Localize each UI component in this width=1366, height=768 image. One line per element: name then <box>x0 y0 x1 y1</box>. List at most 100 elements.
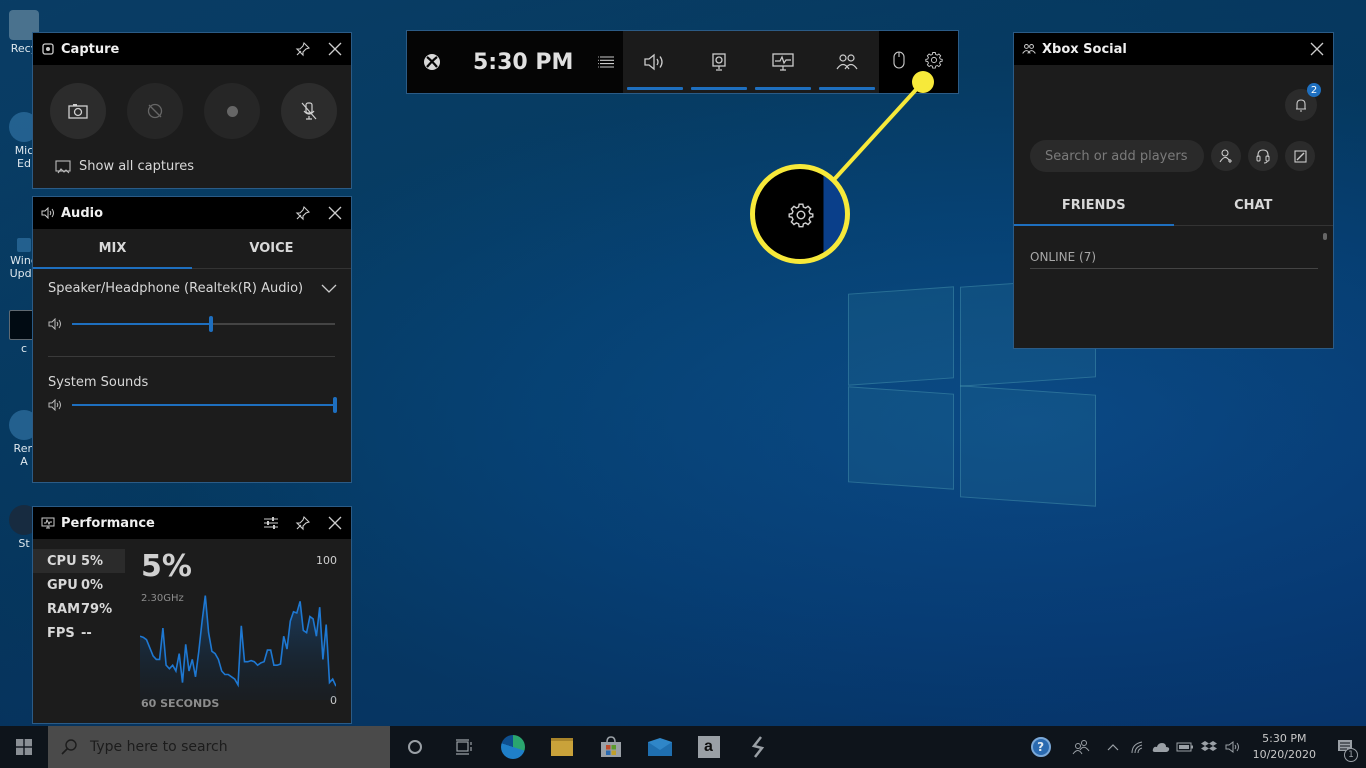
windows-logo-icon <box>16 739 32 755</box>
start-button[interactable] <box>0 726 48 768</box>
screenshot-button[interactable] <box>50 83 106 139</box>
mic-off-icon <box>301 102 317 120</box>
performance-header[interactable]: Performance <box>33 507 351 539</box>
people-icon <box>836 54 858 70</box>
tray-show-hidden[interactable] <box>1101 726 1125 768</box>
chevron-up-icon <box>1107 744 1119 751</box>
pin-button[interactable] <box>293 203 313 223</box>
show-all-captures-link[interactable]: Show all captures <box>55 159 351 174</box>
audio-device-selector[interactable]: Speaker/Headphone (Realtek(R) Audio) <box>33 269 351 296</box>
performance-monitor-icon <box>41 516 55 530</box>
close-icon <box>328 206 342 220</box>
tray-onedrive[interactable] <box>1149 726 1173 768</box>
metric-ram[interactable]: RAM 79% <box>33 597 125 621</box>
help-icon: ? <box>1030 737 1051 757</box>
metric-gpu[interactable]: GPU 0% <box>33 573 125 597</box>
people-icon <box>1022 42 1036 56</box>
system-tray: ? 5:30 PM 10/20/2020 1 <box>1021 726 1366 768</box>
cpu-usage-chart <box>140 595 336 700</box>
pin-icon <box>295 205 311 221</box>
social-header[interactable]: Xbox Social <box>1014 33 1333 65</box>
mic-toggle-button[interactable] <box>281 83 337 139</box>
pin-button[interactable] <box>293 39 313 59</box>
gamebar-settings-button[interactable] <box>925 51 943 73</box>
tray-battery[interactable] <box>1173 726 1197 768</box>
tab-friends[interactable]: FRIENDS <box>1014 186 1174 226</box>
gamebar-clock: 5:30 PM <box>473 49 574 75</box>
close-icon <box>1310 42 1324 56</box>
taskbar-clock[interactable]: 5:30 PM 10/20/2020 <box>1245 731 1324 763</box>
action-center-button[interactable]: 1 <box>1324 726 1366 768</box>
file-explorer-icon <box>550 738 573 756</box>
compose-icon <box>1293 149 1307 163</box>
gallery-icon <box>55 159 71 173</box>
taskbar-file-explorer[interactable] <box>537 726 586 768</box>
speaker-icon <box>1225 741 1239 753</box>
performance-title: Performance <box>61 515 155 531</box>
close-button[interactable] <box>325 203 345 223</box>
system-sounds-volume-slider[interactable] <box>72 397 337 413</box>
xbox-icon <box>424 54 440 70</box>
windows-update-shortcut-icon <box>17 238 31 252</box>
taskbar-store[interactable] <box>586 726 635 768</box>
tray-help[interactable]: ? <box>1021 726 1061 768</box>
record-last-30s-button[interactable] <box>127 83 183 139</box>
notifications-button[interactable]: 2 <box>1285 83 1321 121</box>
tab-chat[interactable]: CHAT <box>1174 186 1334 225</box>
capture-widget-icon <box>712 53 726 71</box>
tray-wifi[interactable] <box>1125 726 1149 768</box>
close-icon <box>328 516 342 530</box>
metric-fps[interactable]: FPS -- <box>33 621 125 645</box>
social-title: Xbox Social <box>1042 41 1127 57</box>
taskbar-task-view[interactable] <box>439 726 488 768</box>
game-bar: 5:30 PM <box>406 30 959 94</box>
gamebar-capture-button[interactable] <box>687 31 751 93</box>
taskbar-cortana[interactable] <box>390 726 439 768</box>
taskbar-amazon[interactable]: a <box>684 726 733 768</box>
tray-people[interactable] <box>1061 726 1101 768</box>
capture-title: Capture <box>61 41 120 57</box>
device-volume-slider[interactable] <box>72 316 335 332</box>
taskbar-edge[interactable] <box>488 726 537 768</box>
taskbar-mail[interactable] <box>635 726 684 768</box>
start-recording-button[interactable] <box>204 83 260 139</box>
capture-header[interactable]: Capture <box>33 33 351 65</box>
widget-menu-button[interactable] <box>597 53 615 72</box>
metric-cpu[interactable]: CPU 5% <box>33 549 125 573</box>
volume-icon <box>48 399 61 411</box>
add-person-icon <box>1219 149 1232 163</box>
audio-tabs: MIX VOICE <box>33 229 351 269</box>
tab-voice[interactable]: VOICE <box>192 229 351 268</box>
pin-button[interactable] <box>293 513 313 533</box>
party-chat-button[interactable] <box>1248 141 1278 171</box>
taskbar-search-placeholder: Type here to search <box>90 739 228 755</box>
tray-volume[interactable] <box>1221 726 1245 768</box>
dropbox-icon <box>1200 741 1217 751</box>
taskbar-search-box[interactable]: Type here to search <box>48 726 390 768</box>
speaker-icon <box>644 53 663 71</box>
taskbar-app-s[interactable] <box>733 726 782 768</box>
gamebar-audio-button[interactable] <box>623 31 687 93</box>
performance-options-button[interactable] <box>261 513 281 533</box>
gamebar-mouse-button[interactable] <box>893 51 905 73</box>
close-button[interactable] <box>1307 39 1327 59</box>
search-players-input[interactable] <box>1030 140 1204 172</box>
add-friend-button[interactable] <box>1211 141 1241 171</box>
edge-icon <box>500 735 525 759</box>
amazon-icon: a <box>697 736 720 758</box>
close-button[interactable] <box>325 39 345 59</box>
headset-icon <box>1256 149 1270 164</box>
audio-device-name: Speaker/Headphone (Realtek(R) Audio) <box>48 281 304 296</box>
gamebar-performance-button[interactable] <box>751 31 815 93</box>
gamebar-social-button[interactable] <box>815 31 879 93</box>
audio-header[interactable]: Audio <box>33 197 351 229</box>
tab-mix[interactable]: MIX <box>33 229 192 269</box>
new-message-button[interactable] <box>1285 141 1315 171</box>
camera-icon <box>68 104 88 119</box>
close-button[interactable] <box>325 513 345 533</box>
tray-dropbox[interactable] <box>1197 726 1221 768</box>
online-friends-header[interactable]: ONLINE (7) <box>1030 250 1318 269</box>
volume-icon <box>48 318 61 330</box>
xbox-logo-button[interactable] <box>423 53 441 71</box>
scrollbar-thumb[interactable] <box>1323 233 1327 240</box>
